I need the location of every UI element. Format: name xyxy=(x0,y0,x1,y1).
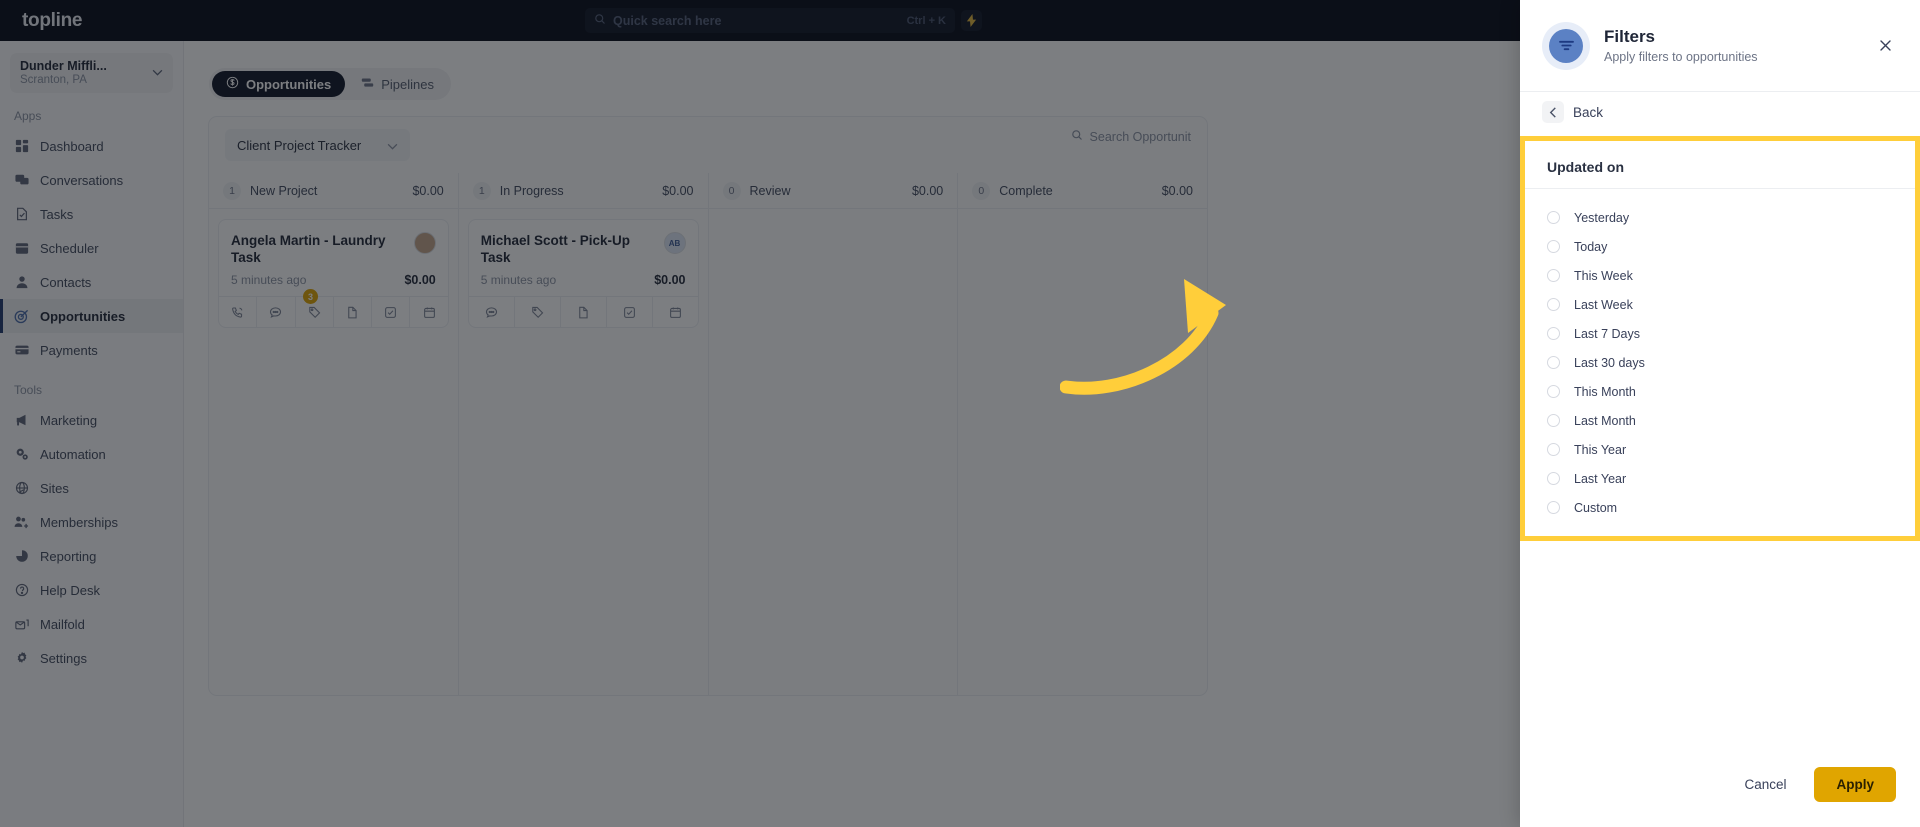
close-icon[interactable] xyxy=(1872,33,1898,59)
filter-option-today[interactable]: Today xyxy=(1525,232,1915,261)
radio-button[interactable] xyxy=(1547,414,1560,427)
filter-option-label: This Month xyxy=(1574,384,1636,399)
filters-drawer: Filters Apply filters to opportunities B… xyxy=(1520,0,1920,827)
filter-option-this-month[interactable]: This Month xyxy=(1525,377,1915,406)
filter-option-custom[interactable]: Custom xyxy=(1525,493,1915,522)
filter-options-list: Yesterday Today This Week Last Week Last… xyxy=(1525,189,1915,522)
filter-option-last-year[interactable]: Last Year xyxy=(1525,464,1915,493)
filter-option-last-30-days[interactable]: Last 30 days xyxy=(1525,348,1915,377)
filter-option-label: Last 30 days xyxy=(1574,355,1645,370)
filter-icon xyxy=(1549,28,1583,63)
filter-option-label: Last Week xyxy=(1574,297,1633,312)
filter-option-this-week[interactable]: This Week xyxy=(1525,261,1915,290)
radio-button[interactable] xyxy=(1547,298,1560,311)
radio-button[interactable] xyxy=(1547,327,1560,340)
filter-option-yesterday[interactable]: Yesterday xyxy=(1525,203,1915,232)
filter-option-last-7-days[interactable]: Last 7 Days xyxy=(1525,319,1915,348)
drawer-subtitle: Apply filters to opportunities xyxy=(1604,49,1758,64)
filter-group-title: Updated on xyxy=(1547,159,1624,175)
cancel-button[interactable]: Cancel xyxy=(1730,768,1800,801)
filter-option-this-year[interactable]: This Year xyxy=(1525,435,1915,464)
drawer-header: Filters Apply filters to opportunities xyxy=(1520,0,1920,92)
filter-option-last-week[interactable]: Last Week xyxy=(1525,290,1915,319)
updated-on-filter-group: Updated on Yesterday Today This Week Las… xyxy=(1520,136,1920,541)
drawer-footer: Cancel Apply xyxy=(1520,741,1920,827)
filter-option-label: Yesterday xyxy=(1574,210,1630,225)
app-root: topline Quick search here Ctrl + K Dunde… xyxy=(0,0,1920,827)
radio-button[interactable] xyxy=(1547,211,1560,224)
filter-option-last-month[interactable]: Last Month xyxy=(1525,406,1915,435)
filter-option-label: Today xyxy=(1574,239,1608,254)
apply-button[interactable]: Apply xyxy=(1814,766,1896,802)
filter-option-label: Last Year xyxy=(1574,471,1627,486)
drawer-back-button[interactable]: Back xyxy=(1520,92,1920,132)
chevron-left-icon xyxy=(1542,101,1564,123)
filter-option-label: Custom xyxy=(1574,500,1618,515)
filter-option-label: This Week xyxy=(1574,268,1633,283)
radio-button[interactable] xyxy=(1547,356,1560,369)
radio-button[interactable] xyxy=(1547,269,1560,282)
filter-option-label: Last Month xyxy=(1574,413,1636,428)
drawer-title: Filters xyxy=(1604,26,1656,46)
drawer-back-label: Back xyxy=(1573,104,1604,120)
filter-option-label: Last 7 Days xyxy=(1574,326,1641,341)
radio-button[interactable] xyxy=(1547,443,1560,456)
radio-button[interactable] xyxy=(1547,385,1560,398)
radio-button[interactable] xyxy=(1547,501,1560,514)
radio-button[interactable] xyxy=(1547,240,1560,253)
annotation-arrow xyxy=(1060,279,1226,395)
filter-option-label: This Year xyxy=(1574,442,1627,457)
filter-icon-badge xyxy=(1542,21,1590,70)
radio-button[interactable] xyxy=(1547,472,1560,485)
